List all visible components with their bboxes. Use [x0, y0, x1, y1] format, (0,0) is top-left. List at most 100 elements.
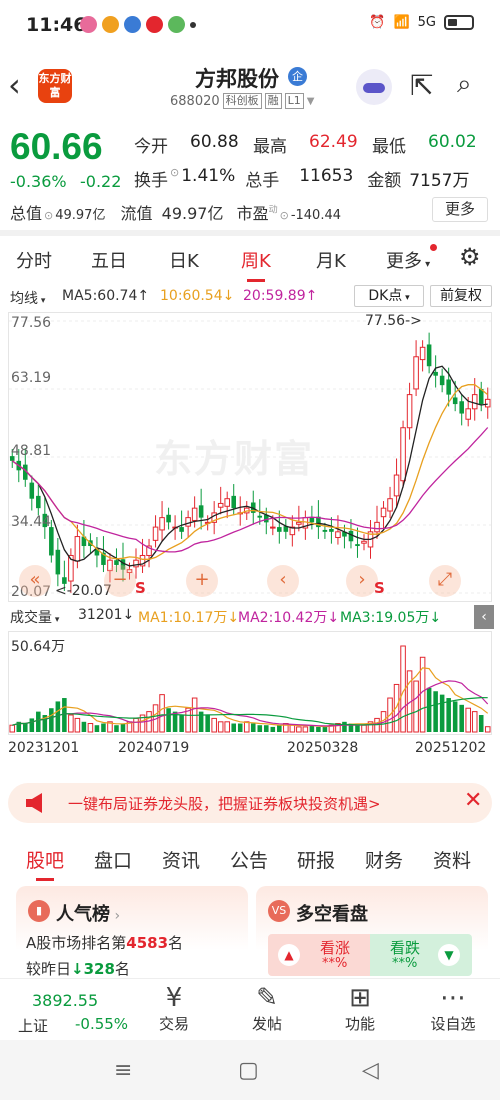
stock-code: 688020 [170, 93, 220, 109]
volume-bar [62, 698, 67, 732]
float-mv-label: 流值 [120, 204, 153, 223]
ai-assistant-icon[interactable] [356, 69, 392, 105]
volume-selector[interactable]: 成交量 ▾ [10, 607, 59, 627]
bearish-button[interactable]: 看跌 **% ▼ [370, 934, 472, 976]
ma-selector[interactable]: 均线 ▾ [10, 288, 45, 308]
rank-number: 4583 [126, 934, 169, 952]
tab-more-label: 更多 [386, 251, 422, 272]
close-icon[interactable]: ✕ [464, 788, 482, 813]
volume-bar [94, 725, 100, 732]
volume-bar [289, 724, 296, 733]
volume-bar [36, 711, 41, 732]
candle [257, 515, 263, 518]
candle [426, 344, 432, 367]
tab-more[interactable]: 更多 ▾ [386, 247, 430, 273]
candle [465, 408, 471, 420]
tab-profile[interactable]: 资料 [433, 846, 471, 873]
info-icon[interactable]: ⊙ [280, 209, 289, 222]
volume-bar [133, 717, 139, 733]
change-percent: -0.36% [10, 172, 67, 191]
total-mv-label: 总值 [10, 204, 43, 223]
edit-icon: ✎ [256, 983, 278, 1013]
more-quote-button[interactable]: 更多 [432, 197, 488, 222]
tab-intraday[interactable]: 分时 [16, 247, 52, 273]
share-icon[interactable]: ⇱ [410, 69, 433, 102]
tab-research[interactable]: 研报 [297, 846, 335, 873]
min-price-label: <-20.07 [55, 583, 112, 599]
tab-daily-k[interactable]: 日K [169, 247, 199, 273]
bullish-button[interactable]: ▲ 看涨 **% [268, 934, 370, 976]
adjust-button[interactable]: 前复权 [430, 285, 492, 307]
volume-bar [179, 715, 184, 732]
popularity-title: 人气榜 [56, 904, 110, 925]
system-nav-bar: ≡ ▢ ◁ [0, 1040, 500, 1100]
date-label: 20251202 [415, 740, 487, 756]
tab-news[interactable]: 资讯 [162, 846, 200, 873]
open-label: 今开 [134, 137, 168, 157]
wifi-icon: 📶 [393, 15, 410, 30]
tab-monthly-k[interactable]: 月K [316, 247, 346, 273]
high-value: 62.49 [309, 132, 358, 152]
app-logo: 东方财富 [38, 69, 72, 103]
popularity-card[interactable]: ▮ 人气榜 › A股市场排名第4583名 较昨日↓328名 [16, 886, 248, 978]
rank-change: 较昨日↓328名 [26, 958, 130, 979]
nav-functions[interactable]: ⊞ 功能 [330, 983, 390, 1034]
volume-bar [81, 721, 87, 732]
tab-announcements[interactable]: 公告 [230, 846, 268, 873]
info-icon[interactable]: ⊙ [44, 209, 53, 222]
scroll-left-fast-icon[interactable]: « [19, 565, 51, 597]
bottom-bar: 3892.55 上证 -0.55% ¥ 交易 ✎ 发帖 ⊞ 功能 ⋯ 设自选 [0, 978, 500, 1040]
search-icon[interactable]: ⌕ [457, 69, 472, 100]
tab-weekly-k[interactable]: 周K [241, 247, 271, 282]
long-short-card[interactable]: VS 多空看盘 ▲ 看涨 **% 看跌 **% ▼ [256, 886, 488, 978]
candle [231, 495, 236, 509]
candle [335, 531, 341, 539]
candle [446, 379, 451, 395]
candle [74, 536, 81, 562]
bullish-percent: **% [322, 956, 348, 971]
volume-chart[interactable]: 50.64万 [8, 631, 492, 735]
volume-bar [439, 694, 445, 732]
tab-financials[interactable]: 财务 [365, 846, 403, 873]
tab-orderbook[interactable]: 盘口 [94, 846, 132, 873]
collapse-panel-icon[interactable]: ‹ [474, 605, 494, 629]
volume-bar [120, 723, 126, 732]
kline-chart[interactable]: 东方财富 77.56 63.19 48.81 34.44 20.07 77.56… [8, 312, 492, 602]
pe-value: -140.44 [290, 208, 341, 223]
amount-value: 7157万 [409, 171, 470, 191]
back-nav-icon[interactable]: ◁ [362, 1058, 379, 1083]
zoom-out-icon[interactable]: − [104, 565, 136, 597]
home-icon[interactable]: ▢ [238, 1058, 259, 1083]
dk-point-button[interactable]: DK点 ▾ [354, 285, 424, 307]
info-icon[interactable]: ⊙ [170, 166, 179, 191]
gear-icon[interactable]: ⚙ [459, 243, 481, 271]
volume-bar [465, 707, 471, 733]
candle [49, 527, 54, 556]
y-axis-label: 63.19 [11, 370, 52, 386]
nav-add-watchlist[interactable]: ⋯ 设自选 [423, 983, 483, 1034]
bearish-percent: **% [392, 956, 418, 971]
index-name[interactable]: 上证 [18, 1015, 48, 1036]
scroll-left-icon[interactable]: ‹ [267, 565, 299, 597]
tab-five-day[interactable]: 五日 [91, 247, 127, 273]
index-change[interactable]: -0.55% [75, 1015, 128, 1033]
stock-code-row[interactable]: 688020 科创板 融 L1 ▼ [170, 93, 314, 109]
nav-trade[interactable]: ¥ 交易 [144, 983, 204, 1034]
index-value[interactable]: 3892.55 [32, 991, 98, 1010]
date-axis: 20231201 20240719 20250328 20251202 [0, 740, 500, 760]
ma5-value: MA5:60.74↑ [62, 288, 150, 304]
promo-banner[interactable]: 一键布局证券龙头股，把握证券板块投资机遇> ✕ [8, 783, 492, 823]
zoom-in-icon[interactable]: + [186, 565, 218, 597]
high-label: 最高 [253, 137, 287, 157]
level-tag: L1 [284, 93, 304, 109]
menu-icon[interactable]: ≡ [114, 1058, 132, 1083]
margin-tag: 融 [264, 93, 282, 109]
tab-forum[interactable]: 股吧 [26, 846, 64, 881]
fullscreen-icon[interactable]: ⤢ [429, 565, 461, 597]
back-icon[interactable]: ‹ [8, 67, 34, 107]
yen-icon: ¥ [165, 983, 183, 1013]
volume-bar [243, 721, 250, 733]
nav-post[interactable]: ✎ 发帖 [237, 983, 297, 1034]
vol-ma2: MA2:10.42万↓ [238, 610, 340, 626]
rank-prefix: A股市场排名第 [26, 934, 127, 952]
